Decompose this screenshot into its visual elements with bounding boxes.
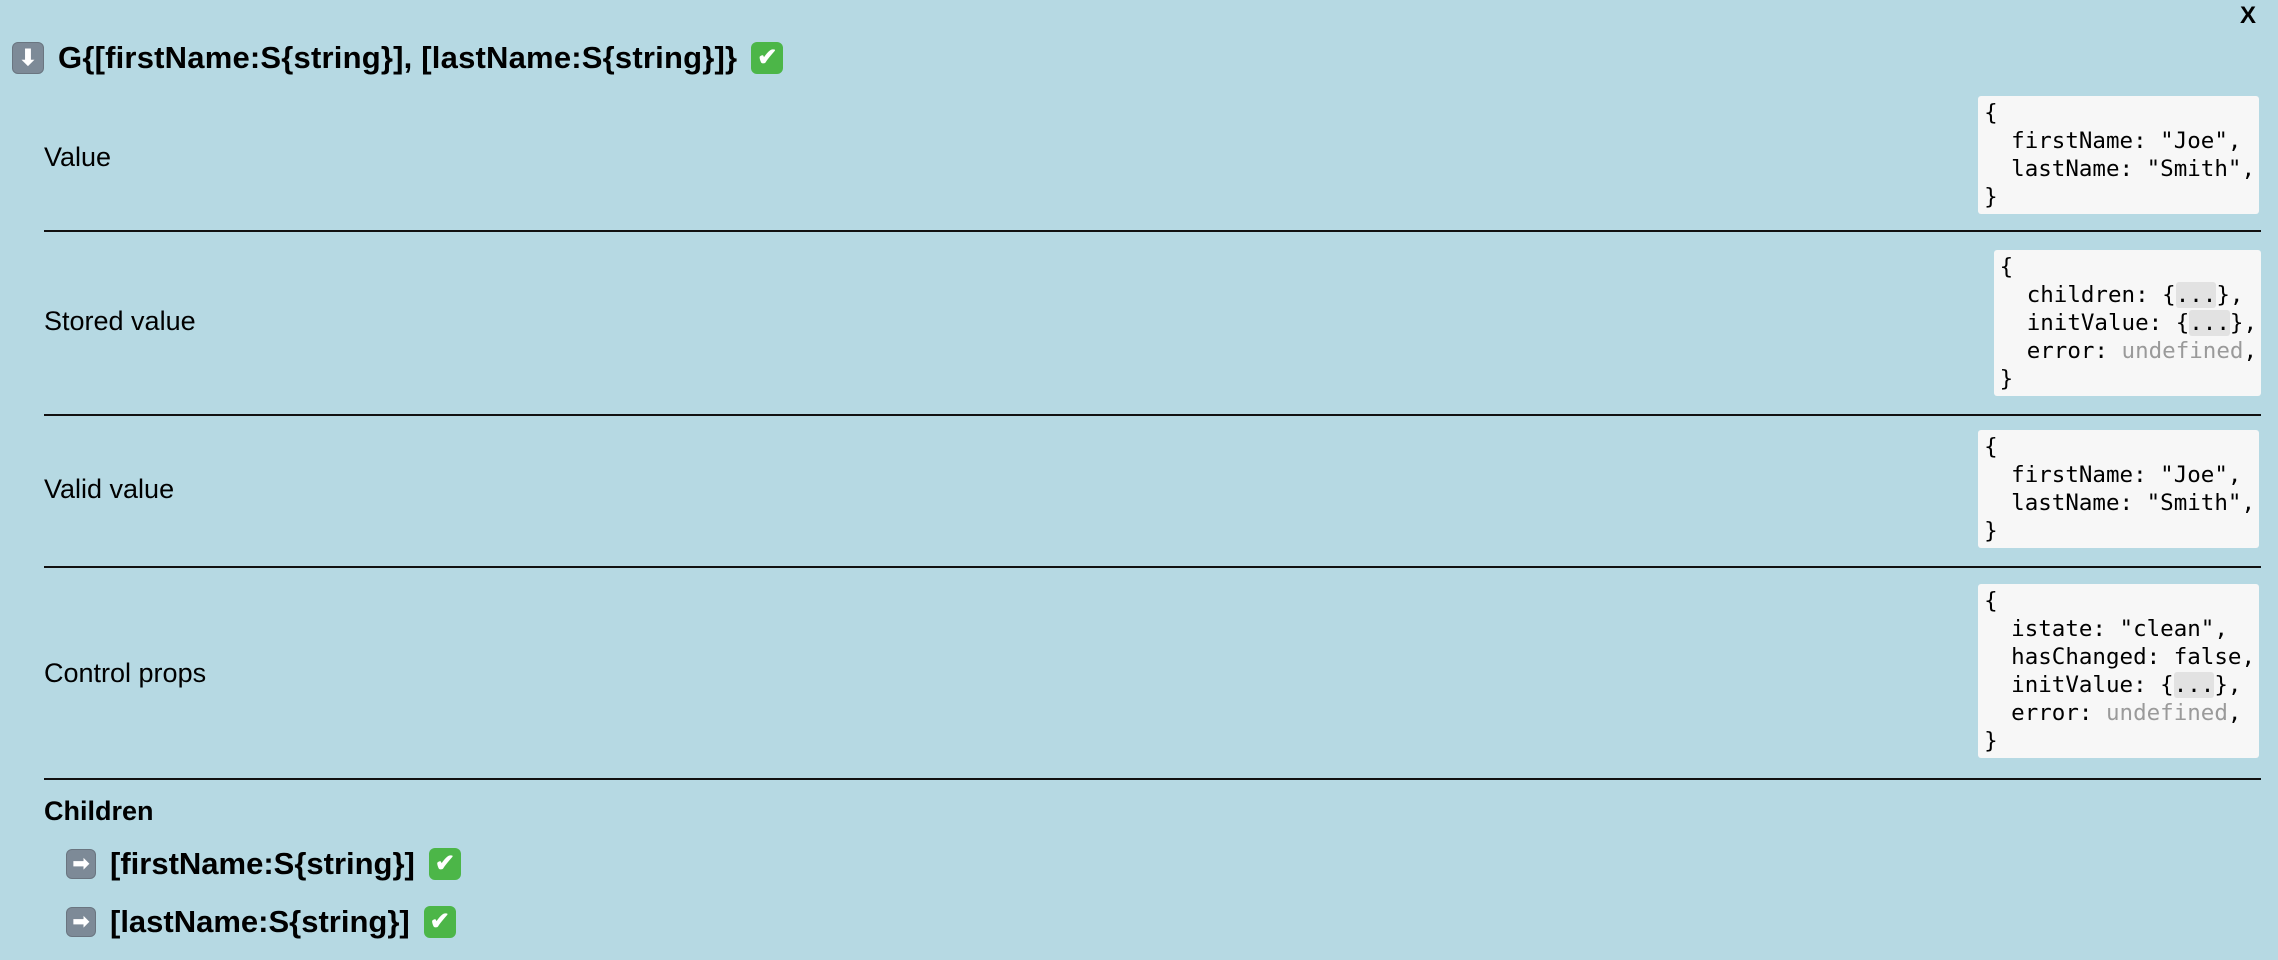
code-key: firstName: — [1984, 462, 2161, 488]
code-key: lastName: — [1984, 156, 2147, 182]
child-title: [lastName:S{string}] — [110, 904, 410, 939]
child-item-lastname[interactable]: ➡ [lastName:S{string}] ✔ — [66, 904, 456, 940]
code-key: istate: — [1984, 616, 2120, 642]
code-value: "Joe", — [2160, 462, 2242, 488]
code-key: firstName: — [1984, 128, 2161, 154]
control-props-code: { istate: "clean", hasChanged: false, in… — [1978, 584, 2259, 758]
child-title: [firstName:S{string}] — [110, 846, 415, 881]
code-line: { — [1984, 100, 1998, 126]
code-key: children: { — [1999, 282, 2176, 308]
code-line: { — [1999, 254, 2014, 280]
valid-value-label: Valid value — [44, 474, 175, 504]
collapsed-object[interactable]: ... — [2175, 282, 2217, 308]
close-button[interactable]: X — [2240, 2, 2256, 30]
code-undefined: undefined — [2121, 338, 2244, 364]
stored-value-label: Stored value — [44, 306, 196, 336]
code-key: initValue: { — [1984, 672, 2174, 698]
code-undefined: undefined — [2105, 700, 2228, 726]
code-value: "Smith", — [2146, 156, 2255, 182]
valid-value-code: { firstName: "Joe", lastName: "Smith", } — [1978, 430, 2259, 548]
children-heading: Children — [44, 796, 154, 826]
down-arrow-icon[interactable]: ⬇ — [12, 42, 44, 74]
value-label: Value — [44, 142, 112, 172]
code-line: } — [1984, 184, 1998, 210]
valid-value-section: Valid value { firstName: "Joe", lastName… — [44, 416, 2261, 568]
code-key: error: — [1999, 338, 2122, 364]
value-section: Value { firstName: "Joe", lastName: "Smi… — [44, 92, 2261, 232]
child-item-firstname[interactable]: ➡ [firstName:S{string}] ✔ — [66, 846, 461, 882]
check-mark-icon: ✔ — [751, 42, 784, 74]
code-punct: }, — [2214, 672, 2242, 698]
collapsed-object[interactable]: ... — [2173, 672, 2215, 698]
group-header: ⬇ G{[firstName:S{string}], [lastName:S{s… — [12, 40, 784, 76]
control-props-label: Control props — [44, 658, 207, 688]
code-line: { — [1984, 434, 1998, 460]
code-line: { — [1984, 588, 1998, 614]
code-line: } — [1999, 366, 2014, 392]
right-arrow-icon[interactable]: ➡ — [66, 849, 96, 879]
code-punct: , — [2227, 700, 2242, 726]
code-value: "clean", — [2119, 616, 2228, 642]
code-line: } — [1984, 728, 1998, 754]
check-mark-icon: ✔ — [428, 848, 461, 880]
code-value: "Joe", — [2160, 128, 2242, 154]
code-value: "Smith", — [2146, 490, 2255, 516]
right-arrow-icon[interactable]: ➡ — [66, 907, 96, 937]
code-key: lastName: — [1984, 490, 2147, 516]
code-punct: , — [2243, 338, 2257, 364]
collapsed-object[interactable]: ... — [2189, 310, 2230, 336]
stored-value-section: Stored value { children: {...}, initValu… — [44, 232, 2261, 416]
code-value: false, — [2173, 644, 2255, 670]
code-punct: }, — [2216, 282, 2244, 308]
check-mark-icon: ✔ — [423, 906, 456, 938]
group-title: G{[firstName:S{string}], [lastName:S{str… — [58, 40, 738, 75]
stored-value-code: { children: {...}, initValue: {...}, err… — [1993, 250, 2261, 396]
code-punct: }, — [2229, 310, 2257, 336]
code-key: error: — [1984, 700, 2106, 726]
control-props-section: Control props { istate: "clean", hasChan… — [44, 568, 2261, 780]
code-key: initValue: { — [1999, 310, 2190, 336]
code-line: } — [1984, 518, 1998, 544]
value-code: { firstName: "Joe", lastName: "Smith", } — [1978, 96, 2259, 214]
code-key: hasChanged: — [1984, 644, 2174, 670]
